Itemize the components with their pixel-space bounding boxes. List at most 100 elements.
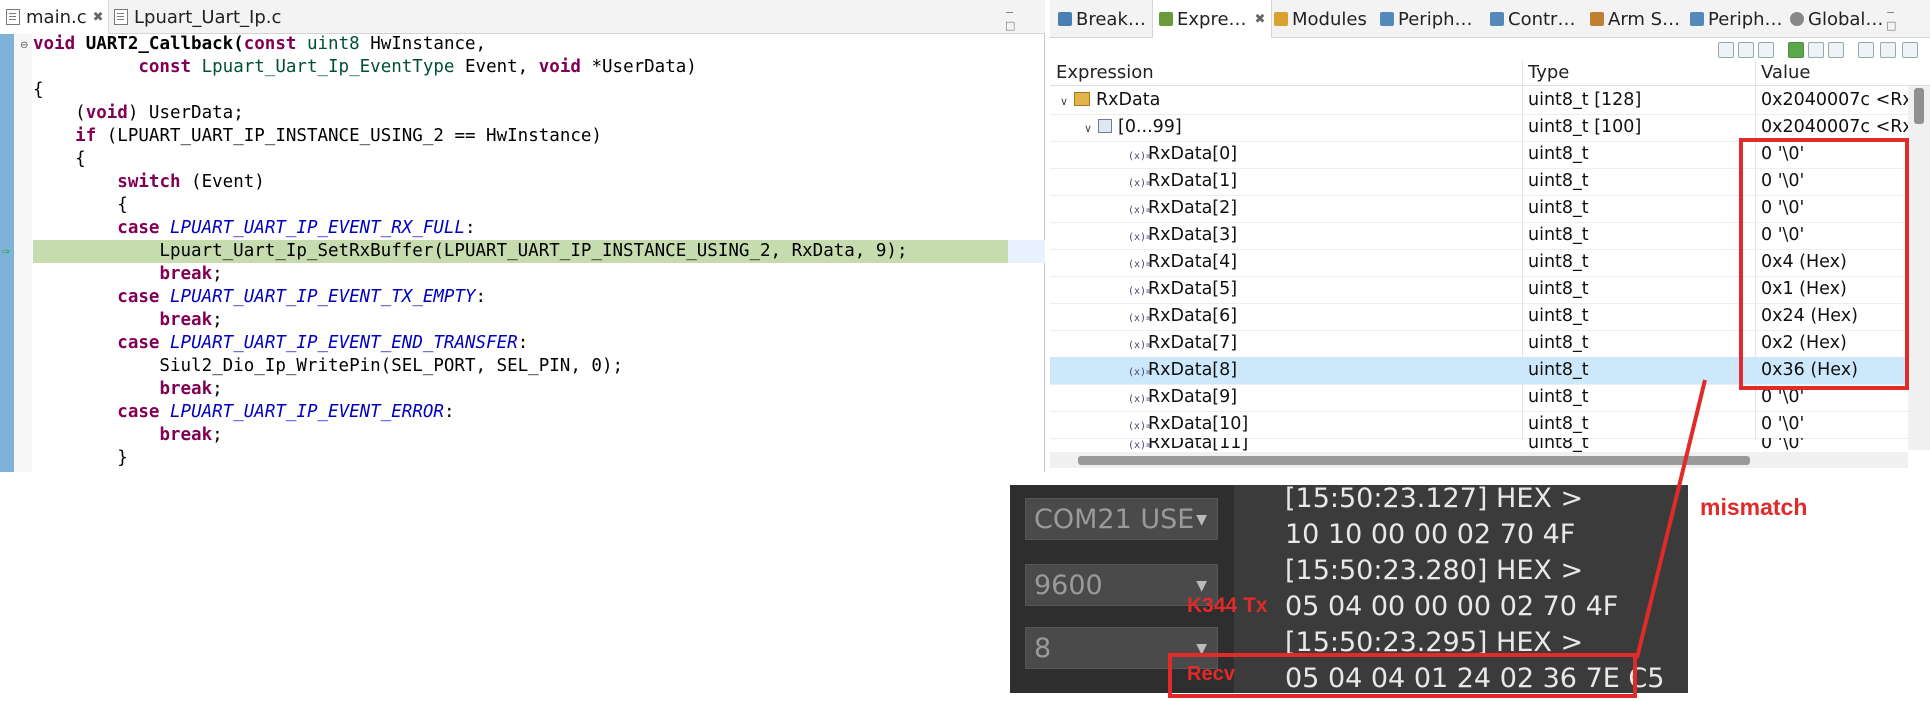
horizontal-scrollbar-thumb[interactable] <box>1078 456 1750 465</box>
table-row[interactable]: (x)=RxData[9] uint8_t 0 '\0' <box>1050 384 1908 412</box>
table-row[interactable]: (x)=RxData[7] uint8_t 0x2 (Hex) <box>1050 330 1908 358</box>
expression-name: [0...99] <box>1118 117 1182 137</box>
tab-global-variables[interactable]: Global… <box>1790 0 1883 38</box>
table-row[interactable]: (x)=RxData[11] uint8_t 0 '\0' <box>1050 438 1908 453</box>
recv-annotation: Recv <box>1187 663 1235 685</box>
table-row[interactable]: (x)=RxData[0] uint8_t 0 '\0' <box>1050 141 1908 169</box>
code-line-4: (void) UserData; <box>33 103 244 123</box>
code-line-18: break; <box>159 425 223 445</box>
expression-name: RxData[6] <box>1148 306 1238 326</box>
code-line-11: break; <box>159 264 223 284</box>
code-line-13: break; <box>159 310 223 330</box>
table-row[interactable]: (x)=RxData[5] uint8_t 0x1 (Hex) <box>1050 276 1908 304</box>
expression-value[interactable]: 0 '\0' <box>1755 384 1911 411</box>
expand-toggle-icon[interactable]: ∨ <box>1060 88 1074 115</box>
add-expression-icon[interactable] <box>1788 42 1804 58</box>
terminal-line: 05 04 04 01 24 02 36 7E C5 <box>1285 663 1665 694</box>
modules-icon <box>1274 12 1288 26</box>
variable-icon: (x)= <box>1128 151 1153 162</box>
expression-value[interactable]: 0 '\0' <box>1755 168 1911 195</box>
expression-name: RxData[1] <box>1148 171 1238 191</box>
editor-window-controls[interactable]: − □ <box>1005 6 1045 32</box>
new-window-icon[interactable] <box>1858 42 1874 58</box>
code-line-17: case LPUART_UART_IP_EVENT_ERROR: <box>117 402 455 422</box>
expression-value[interactable]: 0x36 (Hex) <box>1755 357 1911 384</box>
view-window-controls[interactable]: − □ <box>1886 6 1930 32</box>
expression-value[interactable]: 0x1 (Hex) <box>1755 276 1911 303</box>
expression-type: uint8_t <box>1528 279 1589 299</box>
variable-icon: (x)= <box>1128 205 1153 216</box>
mismatch-annotation: mismatch <box>1700 494 1808 520</box>
tab-breakpoints[interactable]: Break… <box>1058 0 1146 38</box>
expression-type: uint8_t <box>1528 387 1589 407</box>
table-row-selected[interactable]: (x)=RxData[8] uint8_t 0x36 (Hex) <box>1050 357 1908 385</box>
column-header-type[interactable]: Type <box>1522 60 1569 86</box>
table-row[interactable]: (x)=RxData[10] uint8_t 0 '\0' <box>1050 411 1908 439</box>
expression-value[interactable]: 0x2040007c <RxD <box>1755 87 1911 114</box>
expression-type: uint8_t <box>1528 198 1589 218</box>
expression-value[interactable]: 0 '\0' <box>1755 222 1911 249</box>
expand-toggle-icon[interactable]: ∨ <box>1084 115 1098 142</box>
c-file-icon <box>6 9 20 25</box>
expression-value[interactable]: 0 '\0' <box>1755 411 1911 438</box>
variable-icon: (x)= <box>1128 232 1153 243</box>
fold-collapse-icon[interactable]: ⊖ <box>20 40 28 51</box>
array-range-icon <box>1098 119 1112 133</box>
pin-icon[interactable] <box>1902 42 1918 58</box>
expression-type: uint8_t <box>1528 360 1589 380</box>
table-row[interactable]: (x)=RxData[4] uint8_t 0x4 (Hex) <box>1050 249 1908 277</box>
expression-name: RxData[8] <box>1148 360 1238 380</box>
expression-name: RxData <box>1096 90 1161 110</box>
expression-value[interactable]: 0 '\0' <box>1755 195 1911 222</box>
tab-modules[interactable]: Modules <box>1274 0 1367 38</box>
close-icon[interactable]: ✖ <box>1255 12 1266 27</box>
code-line-10: Lpuart_Uart_Ip_SetRxBuffer(LPUART_UART_I… <box>33 241 908 261</box>
tab-lpuart-uart-ip-c[interactable]: Lpuart_Uart_Ip.c <box>108 0 318 34</box>
table-row[interactable]: ∨ [0...99] uint8_t [100] 0x2040007c <RxD <box>1050 114 1911 142</box>
code-line-2: const Lpuart_Uart_Ip_EventType Event, vo… <box>138 57 697 77</box>
column-header-expression[interactable]: Expression <box>1050 60 1154 86</box>
view-menu-icon[interactable] <box>1880 42 1896 58</box>
expression-type: uint8_t <box>1528 144 1589 164</box>
port-select[interactable]: COM21 USE ▼ <box>1025 498 1218 540</box>
tab-expressions[interactable]: Expre… ✖ <box>1152 0 1273 38</box>
code-line-15: Siul2_Dio_Ip_WritePin(SEL_PORT, SEL_PIN,… <box>33 356 624 376</box>
close-icon[interactable]: ✖ <box>93 10 104 25</box>
code-line-8: { <box>33 195 128 215</box>
table-row[interactable]: (x)=RxData[6] uint8_t 0x24 (Hex) <box>1050 303 1908 331</box>
peripherals-icon <box>1380 12 1394 26</box>
expression-type: uint8_t <box>1528 333 1589 353</box>
tab-main-c[interactable]: main.c ✖ <box>0 0 109 34</box>
tab-controls[interactable]: Contr… <box>1490 0 1575 38</box>
code-line-5: if (LPUART_UART_IP_INSTANCE_USING_2 == H… <box>75 126 602 146</box>
variable-icon: (x)= <box>1128 367 1153 378</box>
tab-peripherals-2[interactable]: Periph… <box>1690 0 1783 38</box>
table-row[interactable]: (x)=RxData[3] uint8_t 0 '\0' <box>1050 222 1908 250</box>
collapse-all-icon[interactable] <box>1758 42 1774 58</box>
expression-value[interactable]: 0x24 (Hex) <box>1755 303 1911 330</box>
expression-value[interactable]: 0x2 (Hex) <box>1755 330 1911 357</box>
show-type-names-icon[interactable] <box>1718 42 1734 58</box>
arm-system-icon <box>1590 12 1604 26</box>
column-header-value[interactable]: Value <box>1755 60 1810 86</box>
remove-all-expressions-icon[interactable] <box>1828 42 1844 58</box>
expression-type: uint8_t [128] <box>1528 90 1642 110</box>
table-row[interactable]: (x)=RxData[1] uint8_t 0 '\0' <box>1050 168 1908 196</box>
expression-value[interactable]: 0x4 (Hex) <box>1755 249 1911 276</box>
expression-value[interactable]: 0 '\0' <box>1755 438 1908 452</box>
code-line-3: { <box>33 80 44 100</box>
show-logical-structure-icon[interactable] <box>1738 42 1754 58</box>
remove-expression-icon[interactable] <box>1808 42 1824 58</box>
debug-view-tab-bar: Break… Expre… ✖ Modules Periph… Contr… Ar… <box>1050 0 1930 38</box>
expression-value[interactable]: 0 '\0' <box>1755 141 1911 168</box>
vertical-scrollbar[interactable] <box>1908 86 1930 450</box>
expression-name: RxData[2] <box>1148 198 1238 218</box>
variable-icon: (x)= <box>1128 421 1153 432</box>
expression-type: uint8_t [100] <box>1528 117 1642 137</box>
table-row[interactable]: (x)=RxData[2] uint8_t 0 '\0' <box>1050 195 1908 223</box>
tab-peripherals[interactable]: Periph… <box>1380 0 1473 38</box>
vertical-scrollbar-thumb[interactable] <box>1914 88 1924 124</box>
table-row[interactable]: ∨ RxData uint8_t [128] 0x2040007c <RxD <box>1050 87 1911 115</box>
tab-arm-system[interactable]: Arm S… <box>1590 0 1680 38</box>
expression-value[interactable]: 0x2040007c <RxD <box>1755 114 1911 141</box>
